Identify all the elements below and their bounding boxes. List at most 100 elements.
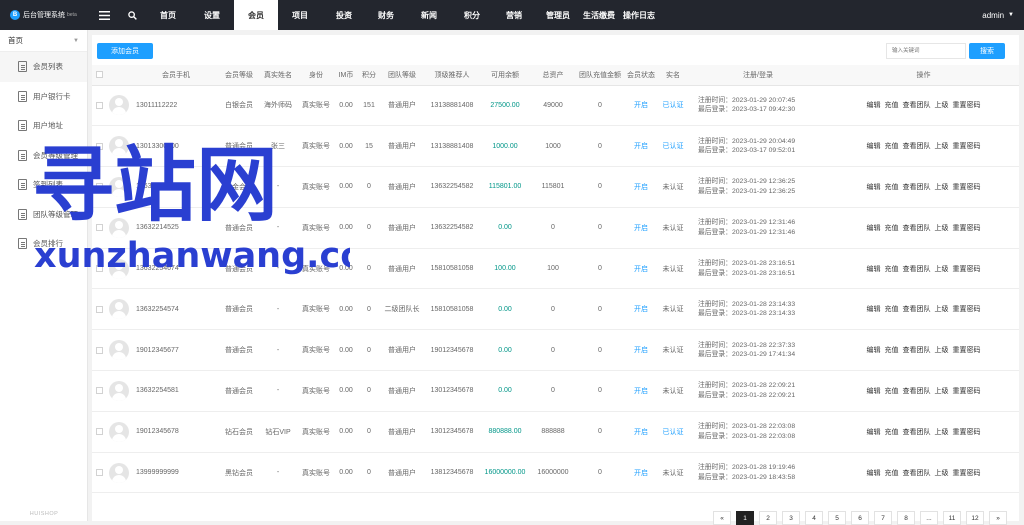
sidebar-header[interactable]: 首页 ▼ bbox=[0, 30, 87, 52]
superior-button[interactable]: 上级 bbox=[935, 225, 949, 232]
superior-button[interactable]: 上级 bbox=[935, 184, 949, 191]
edit-button[interactable]: 编辑 bbox=[867, 184, 881, 191]
superior-button[interactable]: 上级 bbox=[935, 429, 949, 436]
user-menu[interactable]: admin ▼ bbox=[982, 0, 1014, 30]
page-button[interactable]: 12 bbox=[966, 511, 984, 525]
member-status[interactable]: 开启 bbox=[624, 329, 658, 372]
sidebar-item[interactable]: 团队等级管理 bbox=[0, 200, 87, 230]
sidebar-item[interactable]: 会员列表 bbox=[0, 52, 87, 82]
row-checkbox[interactable] bbox=[95, 468, 103, 476]
reset-password-button[interactable]: 重置密码 bbox=[953, 184, 981, 191]
view-team-button[interactable]: 查看团队 bbox=[903, 347, 931, 354]
edit-button[interactable]: 编辑 bbox=[867, 102, 881, 109]
member-status[interactable]: 开启 bbox=[624, 166, 658, 208]
edit-button[interactable]: 编辑 bbox=[867, 143, 881, 150]
nav-item[interactable]: 投资 bbox=[322, 0, 366, 30]
page-button[interactable]: 2 bbox=[759, 511, 777, 525]
view-team-button[interactable]: 查看团队 bbox=[903, 470, 931, 477]
nav-item[interactable]: 项目 bbox=[278, 0, 322, 30]
superior-button[interactable]: 上级 bbox=[935, 266, 949, 273]
member-status[interactable]: 开启 bbox=[624, 207, 658, 249]
brand[interactable]: B 后台管理系统 beta bbox=[0, 10, 90, 20]
row-checkbox[interactable] bbox=[95, 346, 103, 354]
edit-button[interactable]: 编辑 bbox=[867, 470, 881, 477]
reset-password-button[interactable]: 重置密码 bbox=[953, 388, 981, 395]
member-status[interactable]: 开启 bbox=[624, 411, 658, 453]
sidebar-item[interactable]: 签到列表 bbox=[0, 170, 87, 200]
recharge-button[interactable]: 充值 bbox=[885, 306, 899, 313]
nav-item[interactable]: 财务 bbox=[366, 0, 406, 30]
search-button[interactable]: 搜索 bbox=[969, 43, 1005, 59]
row-checkbox[interactable] bbox=[95, 183, 103, 191]
view-team-button[interactable]: 查看团队 bbox=[903, 143, 931, 150]
reset-password-button[interactable]: 重置密码 bbox=[953, 347, 981, 354]
view-team-button[interactable]: 查看团队 bbox=[903, 429, 931, 436]
menu-toggle-icon[interactable] bbox=[90, 0, 118, 30]
member-status[interactable]: 开启 bbox=[624, 452, 658, 494]
edit-button[interactable]: 编辑 bbox=[867, 388, 881, 395]
nav-item[interactable]: 会员 bbox=[234, 0, 278, 30]
prev-page-button[interactable]: « bbox=[713, 511, 731, 525]
row-checkbox[interactable] bbox=[95, 428, 103, 436]
page-button[interactable]: 5 bbox=[828, 511, 846, 525]
view-team-button[interactable]: 查看团队 bbox=[903, 102, 931, 109]
reset-password-button[interactable]: 重置密码 bbox=[953, 102, 981, 109]
recharge-button[interactable]: 充值 bbox=[885, 266, 899, 273]
reset-password-button[interactable]: 重置密码 bbox=[953, 306, 981, 313]
search-input[interactable] bbox=[886, 43, 966, 59]
row-checkbox[interactable] bbox=[95, 387, 103, 395]
recharge-button[interactable]: 充值 bbox=[885, 225, 899, 232]
page-button[interactable]: 6 bbox=[851, 511, 869, 525]
reset-password-button[interactable]: 重置密码 bbox=[953, 470, 981, 477]
superior-button[interactable]: 上级 bbox=[935, 306, 949, 313]
recharge-button[interactable]: 充值 bbox=[885, 347, 899, 354]
row-checkbox[interactable] bbox=[95, 305, 103, 313]
add-member-button[interactable]: 添加会员 bbox=[97, 43, 153, 59]
nav-item[interactable]: 首页 bbox=[146, 0, 190, 30]
view-team-button[interactable]: 查看团队 bbox=[903, 225, 931, 232]
superior-button[interactable]: 上级 bbox=[935, 143, 949, 150]
row-checkbox[interactable] bbox=[95, 142, 103, 150]
nav-item[interactable]: 操作日志 bbox=[618, 0, 660, 30]
nav-item[interactable]: 积分 bbox=[452, 0, 492, 30]
sidebar-item[interactable]: 会员排行 bbox=[0, 229, 87, 259]
search-icon[interactable] bbox=[118, 0, 146, 30]
nav-item[interactable]: 生活缴费 bbox=[580, 0, 618, 30]
page-button[interactable]: 3 bbox=[782, 511, 800, 525]
reset-password-button[interactable]: 重置密码 bbox=[953, 225, 981, 232]
recharge-button[interactable]: 充值 bbox=[885, 388, 899, 395]
page-button[interactable]: 4 bbox=[805, 511, 823, 525]
page-button[interactable]: » bbox=[989, 511, 1007, 525]
sidebar-item[interactable]: 会员等级管理 bbox=[0, 141, 87, 171]
view-team-button[interactable]: 查看团队 bbox=[903, 306, 931, 313]
page-button[interactable]: 1 bbox=[736, 511, 754, 525]
reset-password-button[interactable]: 重置密码 bbox=[953, 143, 981, 150]
member-status[interactable]: 开启 bbox=[624, 125, 658, 168]
select-all-cell[interactable] bbox=[92, 65, 106, 86]
row-checkbox[interactable] bbox=[95, 264, 103, 272]
edit-button[interactable]: 编辑 bbox=[867, 429, 881, 436]
page-button[interactable]: 7 bbox=[874, 511, 892, 525]
superior-button[interactable]: 上级 bbox=[935, 347, 949, 354]
nav-item[interactable]: 管理员 bbox=[536, 0, 580, 30]
page-button[interactable]: 8 bbox=[897, 511, 915, 525]
row-checkbox[interactable] bbox=[95, 224, 103, 232]
nav-item[interactable]: 新闻 bbox=[406, 0, 452, 30]
member-status[interactable]: 开启 bbox=[624, 288, 658, 331]
edit-button[interactable]: 编辑 bbox=[867, 225, 881, 232]
edit-button[interactable]: 编辑 bbox=[867, 306, 881, 313]
member-status[interactable]: 开启 bbox=[624, 370, 658, 412]
recharge-button[interactable]: 充值 bbox=[885, 470, 899, 477]
view-team-button[interactable]: 查看团队 bbox=[903, 184, 931, 191]
edit-button[interactable]: 编辑 bbox=[867, 266, 881, 273]
edit-button[interactable]: 编辑 bbox=[867, 347, 881, 354]
select-all-checkbox[interactable] bbox=[95, 71, 103, 79]
recharge-button[interactable]: 充值 bbox=[885, 429, 899, 436]
nav-item[interactable]: 设置 bbox=[190, 0, 234, 30]
sidebar-item[interactable]: 用户地址 bbox=[0, 111, 87, 141]
reset-password-button[interactable]: 重置密码 bbox=[953, 429, 981, 436]
page-button[interactable]: 11 bbox=[943, 511, 961, 525]
view-team-button[interactable]: 查看团队 bbox=[903, 388, 931, 395]
recharge-button[interactable]: 充值 bbox=[885, 143, 899, 150]
sidebar-item[interactable]: 用户银行卡 bbox=[0, 82, 87, 112]
